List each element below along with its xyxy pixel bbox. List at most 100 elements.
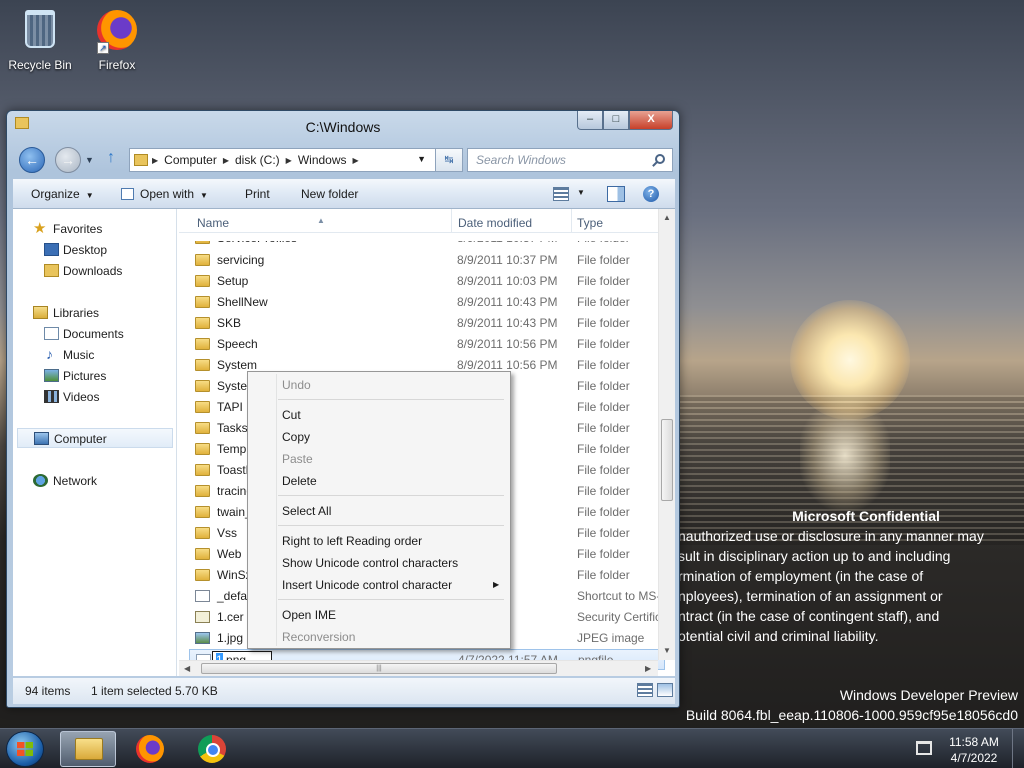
folder-icon xyxy=(195,569,210,581)
breadcrumb-separator-icon[interactable]: ▶ xyxy=(286,156,292,165)
taskbar-file-explorer[interactable] xyxy=(60,731,116,767)
vertical-scroll-thumb[interactable] xyxy=(661,419,673,501)
address-bar[interactable]: ▶ Computer ▶ disk (C:) ▶ Windows ▶ ▼ xyxy=(129,148,461,172)
organize-button[interactable]: Organize ▼ xyxy=(31,187,94,201)
horizontal-scroll-thumb[interactable]: ||| xyxy=(201,663,557,674)
start-button[interactable] xyxy=(6,731,44,767)
menu-item-show-unicode-control-characters[interactable]: Show Unicode control characters xyxy=(282,556,458,570)
clock-date: 4/7/2022 xyxy=(950,751,998,765)
minimize-button[interactable]: – xyxy=(577,111,603,130)
search-input[interactable]: Search Windows xyxy=(467,148,673,172)
navigation-row: ← → ▼ ↑ ▶ Computer ▶ disk (C:) ▶ Windows… xyxy=(15,147,673,173)
windows-build-watermark: Windows Developer Preview Build 8064.fbl… xyxy=(686,685,1018,725)
menu-item-undo[interactable]: Undo xyxy=(282,378,311,392)
nav-item-favorites[interactable]: ★ Favorites xyxy=(13,219,177,239)
scroll-down-arrow-icon[interactable]: ▼ xyxy=(663,646,671,655)
nav-item-videos[interactable]: Videos xyxy=(13,387,177,407)
table-row[interactable]: SKB 8/9/2011 10:43 PM File folder xyxy=(189,313,665,334)
computer-icon xyxy=(34,432,49,445)
command-bar: Organize ▼ Open with ▼ Print New folder ▼ … xyxy=(13,179,675,209)
nav-item-music[interactable]: ♪ Music xyxy=(13,345,177,365)
folder-icon xyxy=(134,154,148,166)
confidential-line: sult in disciplinary action up to and in… xyxy=(678,548,951,564)
desktop-icon-firefox[interactable]: ↗ Firefox xyxy=(77,8,157,72)
menu-item-open-ime[interactable]: Open IME xyxy=(282,608,336,622)
desktop-icon-label: Recycle Bin xyxy=(8,58,72,72)
nav-item-desktop[interactable]: Desktop xyxy=(13,240,177,260)
column-headers: ▲ Name Date modified Type xyxy=(179,209,665,233)
menu-item-insert-unicode-control-character[interactable]: Insert Unicode control character xyxy=(282,578,452,592)
column-divider[interactable] xyxy=(571,209,572,233)
menu-separator xyxy=(278,495,504,496)
menu-item-delete[interactable]: Delete xyxy=(282,474,317,488)
menu-item-cut[interactable]: Cut xyxy=(282,408,301,422)
table-row[interactable]: Speech 8/9/2011 10:56 PM File folder xyxy=(189,334,665,355)
table-row[interactable]: Setup 8/9/2011 10:03 PM File folder xyxy=(189,271,665,292)
print-button[interactable]: Print xyxy=(245,187,270,201)
column-header-type[interactable]: Type xyxy=(577,216,603,230)
menu-item-paste[interactable]: Paste xyxy=(282,452,313,466)
menu-item-select-all[interactable]: Select All xyxy=(282,504,331,518)
breadcrumb-computer[interactable]: Computer xyxy=(164,153,217,167)
address-dropdown-icon[interactable]: ▼ xyxy=(417,154,426,164)
breadcrumb-separator-icon[interactable]: ▶ xyxy=(353,156,359,165)
file-name: Setup xyxy=(217,274,249,288)
maximize-button[interactable]: □ xyxy=(603,111,629,130)
details-view-icon[interactable] xyxy=(637,683,653,697)
table-row[interactable]: servicing 8/9/2011 10:37 PM File folder xyxy=(189,250,665,271)
window-controls: – □ X xyxy=(577,111,673,131)
close-button[interactable]: X xyxy=(629,111,673,130)
open-with-button[interactable]: Open with ▼ xyxy=(121,187,208,201)
nav-item-computer[interactable]: Computer xyxy=(17,428,173,448)
desktop-icon-recycle-bin[interactable]: Recycle Bin xyxy=(0,8,80,72)
large-icons-view-icon[interactable] xyxy=(657,683,673,697)
scroll-up-arrow-icon[interactable]: ▲ xyxy=(663,213,671,222)
menu-item-copy[interactable]: Copy xyxy=(282,430,310,444)
refresh-icon: ↹ xyxy=(444,154,454,166)
table-row[interactable]: ShellNew 8/9/2011 10:43 PM File folder xyxy=(189,292,665,313)
horizontal-scrollbar[interactable]: ◀ ||| ▶ xyxy=(179,660,658,676)
view-dropdown-icon[interactable]: ▼ xyxy=(577,188,585,197)
window-titlebar[interactable]: C:\Windows – □ X xyxy=(7,111,679,141)
nav-item-network[interactable]: Network xyxy=(13,471,177,491)
folder-icon xyxy=(195,380,210,392)
column-divider[interactable] xyxy=(451,209,452,233)
recent-pages-dropdown[interactable]: ▼ xyxy=(85,155,94,165)
refresh-button[interactable]: ↹ xyxy=(435,148,463,172)
system-clock[interactable]: 11:58 AM 4/7/2022 xyxy=(944,734,1004,766)
file-name: Web xyxy=(217,547,242,561)
vertical-scrollbar[interactable]: ▲ ▼ xyxy=(658,209,675,660)
network-status-icon[interactable] xyxy=(916,741,932,755)
up-level-button[interactable]: ↑ xyxy=(107,149,115,167)
preview-pane-icon[interactable] xyxy=(607,186,625,202)
taskbar-chrome[interactable] xyxy=(186,731,242,767)
file-name: 1.jpg xyxy=(217,631,244,645)
nav-item-documents[interactable]: Documents xyxy=(13,324,177,344)
breadcrumb-separator-icon[interactable]: ▶ xyxy=(223,156,229,165)
taskbar: 11:58 AM 4/7/2022 xyxy=(0,728,1024,768)
show-desktop-button[interactable] xyxy=(1012,729,1024,768)
nav-item-pictures[interactable]: Pictures xyxy=(13,366,177,386)
forward-button[interactable]: → xyxy=(55,147,81,173)
nav-item-downloads[interactable]: Downloads xyxy=(13,261,177,281)
scroll-right-arrow-icon[interactable]: ▶ xyxy=(645,664,651,673)
help-icon[interactable]: ? xyxy=(643,186,659,202)
new-folder-button[interactable]: New folder xyxy=(301,187,358,201)
nav-label: Libraries xyxy=(53,306,100,320)
file-name: Temp xyxy=(217,442,247,456)
menu-item-reconversion[interactable]: Reconversion xyxy=(282,630,355,644)
menu-item-rtl-reading-order[interactable]: Right to left Reading order xyxy=(282,534,422,548)
scroll-left-arrow-icon[interactable]: ◀ xyxy=(184,664,190,673)
search-icon[interactable] xyxy=(655,154,665,164)
column-header-name[interactable]: Name xyxy=(197,216,229,230)
up-arrow-icon: ↑ xyxy=(107,149,115,166)
breadcrumb-disk-c[interactable]: disk (C:) xyxy=(235,153,280,167)
breadcrumb-windows[interactable]: Windows xyxy=(298,153,347,167)
network-icon xyxy=(33,474,48,487)
nav-item-libraries[interactable]: Libraries xyxy=(13,303,177,323)
change-view-icon[interactable] xyxy=(553,187,569,201)
column-header-date-modified[interactable]: Date modified xyxy=(458,216,532,230)
back-button[interactable]: ← xyxy=(19,147,45,173)
file-name: servicing xyxy=(217,253,265,267)
taskbar-firefox[interactable] xyxy=(124,731,180,767)
